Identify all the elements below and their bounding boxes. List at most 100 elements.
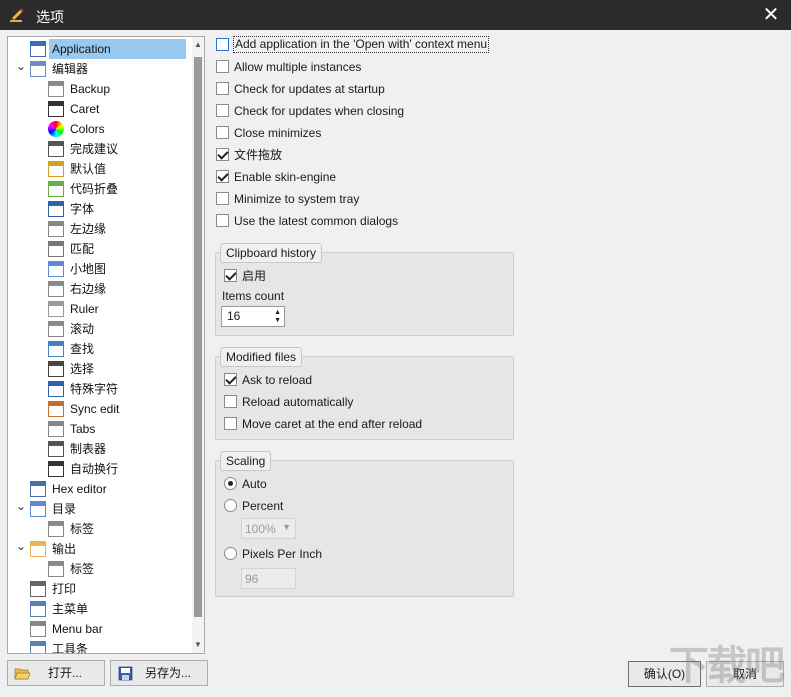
tree-item[interactable]: 滚动 (10, 319, 190, 339)
tree-item[interactable]: 制表器 (10, 439, 190, 459)
tree-item[interactable]: 标签 (10, 559, 190, 579)
tree-item[interactable]: 特殊字符 (10, 379, 190, 399)
close-icon[interactable]: ✕ (759, 3, 783, 27)
tree-scrollbar[interactable]: ▲ ▼ (192, 37, 204, 653)
modified-files-label: Ask to reload (242, 373, 313, 387)
tree-item[interactable]: 完成建议 (10, 139, 190, 159)
tree-item-label: 标签 (70, 562, 95, 576)
tree-item[interactable]: 打印 (10, 579, 190, 599)
watermark-logo: 下载吧 (669, 644, 785, 688)
stepper-down-icon[interactable]: ▼ (274, 317, 281, 325)
checkbox-box[interactable] (224, 395, 237, 408)
tree-item[interactable]: Menu bar (10, 619, 190, 639)
modified-files-label: Reload automatically (242, 395, 354, 409)
chevron-down-icon[interactable]: ⌄ (14, 536, 28, 556)
tree-item-label: 匹配 (70, 242, 95, 256)
tree-item[interactable]: 小地图 (10, 259, 190, 279)
window-icon (30, 41, 46, 57)
main-menu-icon (30, 601, 46, 617)
checkbox-box[interactable] (216, 214, 229, 227)
tree-item[interactable]: Caret (10, 99, 190, 119)
tree-item[interactable]: 代码折叠 (10, 179, 190, 199)
radio-button[interactable] (224, 547, 237, 560)
tag-icon (48, 521, 64, 537)
percent-value: 100% (245, 522, 276, 536)
tree-item[interactable]: 标签 (10, 519, 190, 539)
option-label: Allow multiple instances (234, 60, 362, 74)
tree-item-label: 目录 (52, 502, 77, 516)
tree-item[interactable]: 字体 (10, 199, 190, 219)
right-margin-icon (48, 281, 64, 297)
tree-item[interactable]: Backup (10, 79, 190, 99)
tree-item[interactable]: 主菜单 (10, 599, 190, 619)
tree-item-label: 自动换行 (70, 462, 119, 476)
folding-icon (48, 181, 64, 197)
sync-edit-icon (48, 401, 64, 417)
open-button[interactable]: 打开... (7, 660, 105, 686)
color-wheel-icon (48, 121, 64, 137)
tree-item[interactable]: Sync edit (10, 399, 190, 419)
tree-item[interactable]: 选择 (10, 359, 190, 379)
save-as-button[interactable]: 另存为... (110, 660, 208, 686)
tree-item[interactable]: Colors (10, 119, 190, 139)
tree-item[interactable]: 右边缘 (10, 279, 190, 299)
option-label: Enable skin-engine (234, 170, 337, 184)
tree-item[interactable]: ⌄ 输出 (10, 539, 190, 559)
chevron-down-icon[interactable]: ⌄ (14, 496, 28, 516)
option-label: Use the latest common dialogs (234, 214, 399, 228)
tree-item[interactable]: ⌄ 目录 (10, 499, 190, 519)
checkbox-box[interactable] (216, 38, 229, 51)
printer-icon (30, 581, 46, 597)
tree-item-label: 打印 (52, 582, 77, 596)
checkbox-box[interactable] (224, 417, 237, 430)
radio-button[interactable] (224, 477, 237, 490)
minimap-icon (48, 261, 64, 277)
tree-item-label: 特殊字符 (70, 382, 119, 396)
chevron-down-icon[interactable]: ⌄ (14, 56, 28, 76)
option-label: Minimize to system tray (234, 192, 360, 206)
scroll-up-arrow-icon[interactable]: ▲ (192, 38, 204, 52)
checkbox-box[interactable] (216, 126, 229, 139)
stepper-up-icon[interactable]: ▲ (274, 309, 281, 317)
options-tree[interactable]: 工具条 Menu bar 主菜单 打印 标签 ⌄ 输出 标签 ⌄ 目录 Hex editor 自动换行… (7, 36, 205, 654)
tree-item[interactable]: 自动换行 (10, 459, 190, 479)
tree-item[interactable]: 查找 (10, 339, 190, 359)
tree-item[interactable]: 匹配 (10, 239, 190, 259)
tree-item-label: Ruler (70, 302, 99, 316)
items-count-value: 16 (227, 309, 241, 323)
editor-icon (30, 61, 46, 77)
checkbox-box[interactable] (216, 104, 229, 117)
checkbox-box[interactable] (216, 82, 229, 95)
checkbox-box[interactable] (216, 148, 229, 161)
tree-item[interactable]: Tabs (10, 419, 190, 439)
option-label: Add application in the 'Open with' conte… (232, 36, 490, 53)
pencil-icon (10, 8, 24, 22)
scroll-down-arrow-icon[interactable]: ▼ (192, 638, 204, 652)
radio-button[interactable] (224, 499, 237, 512)
tree-item[interactable]: Application (10, 39, 190, 59)
items-count-stepper[interactable]: 16 ▲ ▼ (221, 306, 285, 327)
checkbox-box[interactable] (216, 192, 229, 205)
checkbox-box[interactable] (216, 60, 229, 73)
tree-item-label: Caret (70, 102, 100, 116)
tree-item[interactable]: Hex editor (10, 479, 190, 499)
tree-item[interactable]: Ruler (10, 299, 190, 319)
option-label: Check for updates when closing (234, 104, 405, 118)
modified-files-title: Modified files (220, 347, 303, 367)
scroll-thumb[interactable] (194, 57, 202, 617)
tree-item[interactable]: 默认值 (10, 159, 190, 179)
tree-item-label: Hex editor (52, 482, 107, 496)
tree-item[interactable]: 工具条 (10, 639, 190, 653)
checkbox-box[interactable] (224, 373, 237, 386)
directory-icon (30, 501, 46, 517)
checkbox-box[interactable] (224, 269, 237, 282)
cursor-icon (48, 361, 64, 377)
match-icon (48, 241, 64, 257)
tree-item-label: 主菜单 (52, 602, 89, 616)
pilcrow-icon (48, 381, 64, 397)
hex-icon (30, 481, 46, 497)
tree-item[interactable]: ⌄ 编辑器 (10, 59, 190, 79)
tree-item[interactable]: 左边缘 (10, 219, 190, 239)
checkbox-box[interactable] (216, 170, 229, 183)
clipboard-history-title: Clipboard history (220, 243, 323, 263)
